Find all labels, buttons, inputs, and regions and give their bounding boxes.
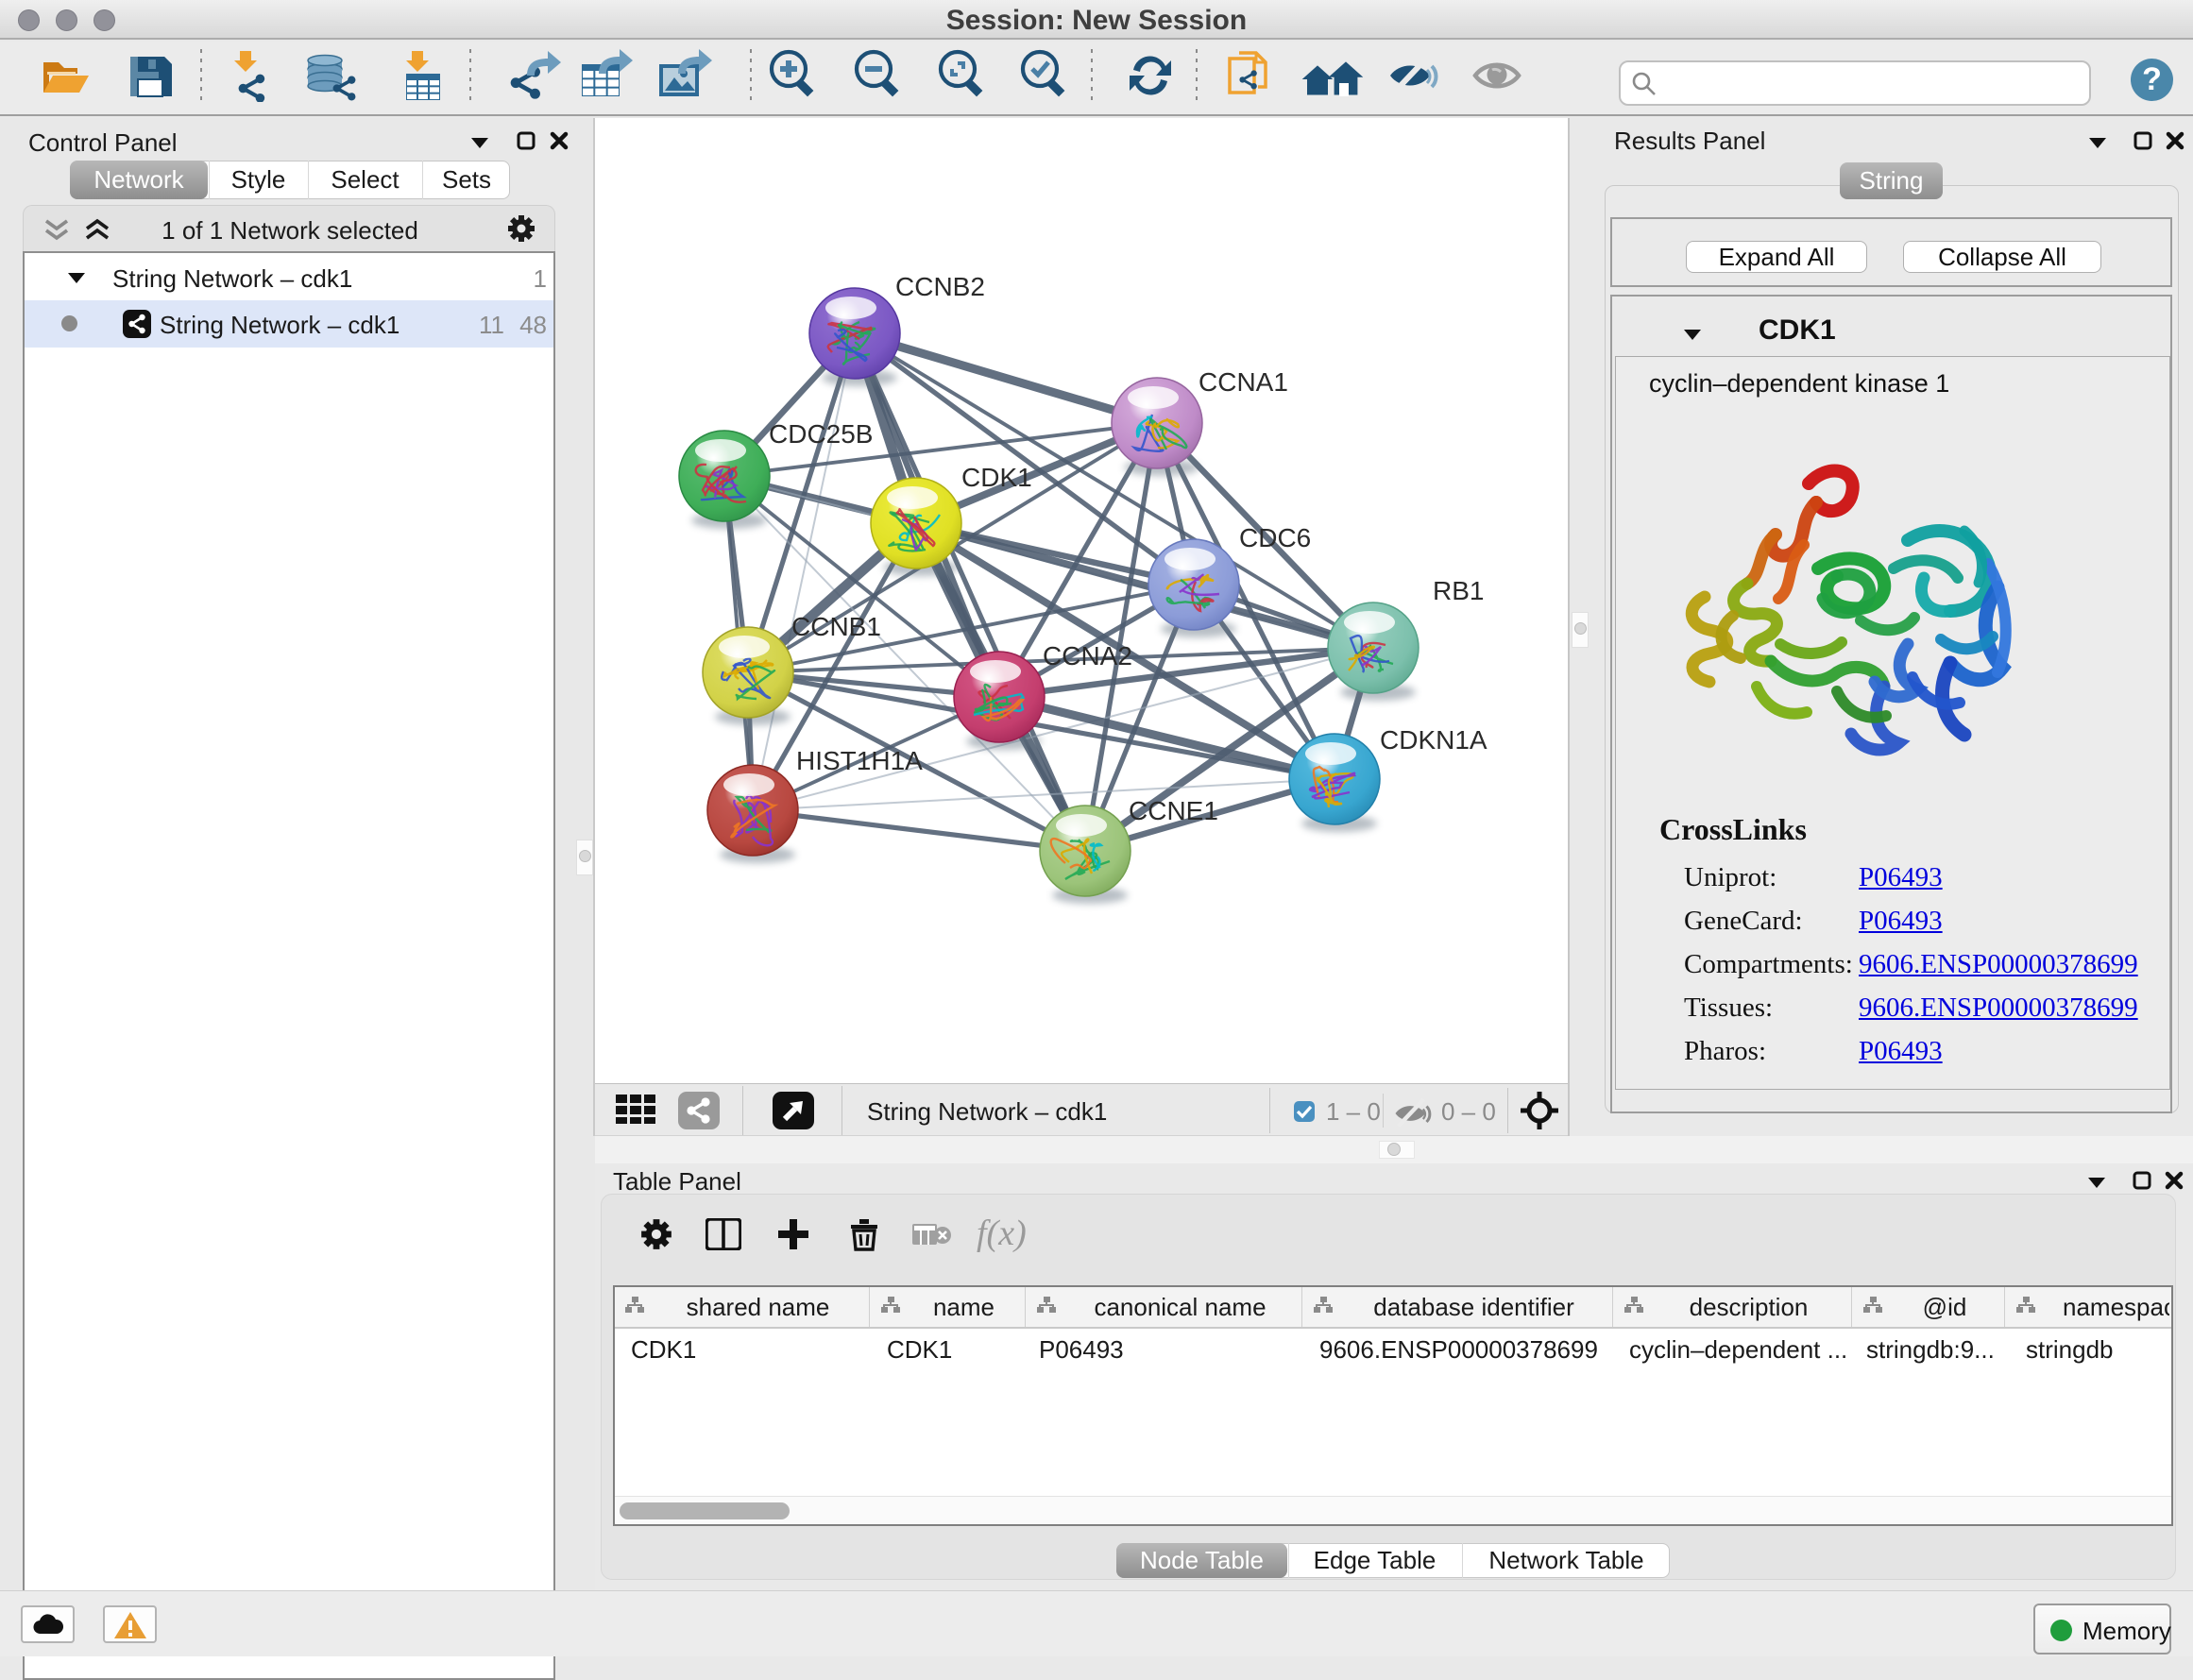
svg-text:RB1: RB1 xyxy=(1433,576,1484,605)
svg-text:CDK1: CDK1 xyxy=(961,463,1032,492)
svg-text:HIST1H1A: HIST1H1A xyxy=(796,746,923,775)
svg-text:CCNA1: CCNA1 xyxy=(1198,367,1288,397)
svg-text:CDC6: CDC6 xyxy=(1239,523,1311,552)
svg-text:CCNA2: CCNA2 xyxy=(1043,641,1132,670)
svg-text:CDKN1A: CDKN1A xyxy=(1380,725,1488,755)
svg-text:CCNB1: CCNB1 xyxy=(791,612,881,641)
svg-text:CCNB2: CCNB2 xyxy=(895,272,985,301)
svg-text:CDC25B: CDC25B xyxy=(769,419,873,449)
svg-text:CCNE1: CCNE1 xyxy=(1129,796,1218,825)
